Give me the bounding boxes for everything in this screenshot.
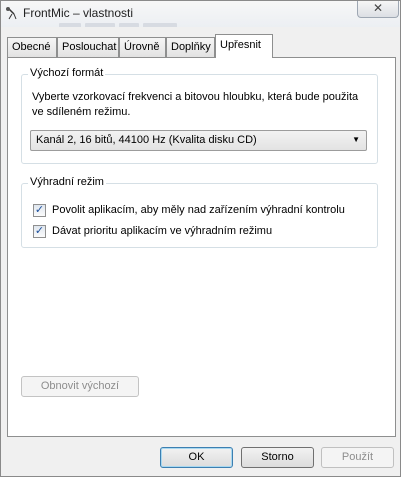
chevron-down-icon: ▼ — [352, 135, 360, 144]
background-window-ghost — [59, 19, 209, 27]
default-format-description: Vyberte vzorkovací frekvenci a bitovou h… — [32, 91, 359, 118]
format-select-value: Kanál 2, 16 bitů, 44100 Hz (Kvalita disk… — [36, 134, 257, 146]
exclusive-mode-legend: Výhradní režim — [28, 176, 106, 188]
tab-enhancements[interactable]: Doplňky — [166, 37, 215, 57]
restore-defaults-button[interactable]: Obnovit výchozí — [21, 376, 139, 397]
default-format-group: Výchozí formát Vyberte vzorkovací frekve… — [21, 67, 378, 164]
exclusive-mode-group: Výhradní režim ✓ Povolit aplikacím, aby … — [21, 176, 378, 248]
tab-panel: Výchozí formát Vyberte vzorkovací frekve… — [7, 57, 396, 437]
tab-advanced[interactable]: Upřesnit — [215, 34, 273, 58]
tab-listen[interactable]: Poslouchat — [57, 37, 119, 57]
exclusive-priority-checkbox[interactable]: ✓ — [33, 225, 46, 238]
window-title: FrontMic – vlastnosti — [23, 6, 134, 20]
exclusive-control-checkbox[interactable]: ✓ — [33, 204, 46, 217]
apply-button[interactable]: Použít — [321, 447, 394, 468]
tab-general[interactable]: Obecné — [7, 37, 57, 57]
exclusive-priority-label: Dávat prioritu aplikacím ve výhradním re… — [52, 225, 273, 237]
properties-dialog: FrontMic – vlastnosti ✕ Obecné Posloucha… — [0, 0, 401, 477]
ok-button[interactable]: OK — [160, 447, 233, 468]
title-bar[interactable]: FrontMic – vlastnosti ✕ — [1, 1, 400, 27]
cancel-button[interactable]: Storno — [241, 447, 314, 468]
default-format-legend: Výchozí formát — [28, 67, 106, 79]
microphone-icon — [6, 7, 17, 20]
exclusive-control-label: Povolit aplikacím, aby měly nad zařízení… — [52, 204, 345, 216]
tab-levels[interactable]: Úrovně — [119, 37, 166, 57]
close-button[interactable]: ✕ — [357, 1, 399, 18]
format-select[interactable]: Kanál 2, 16 bitů, 44100 Hz (Kvalita disk… — [30, 130, 367, 151]
